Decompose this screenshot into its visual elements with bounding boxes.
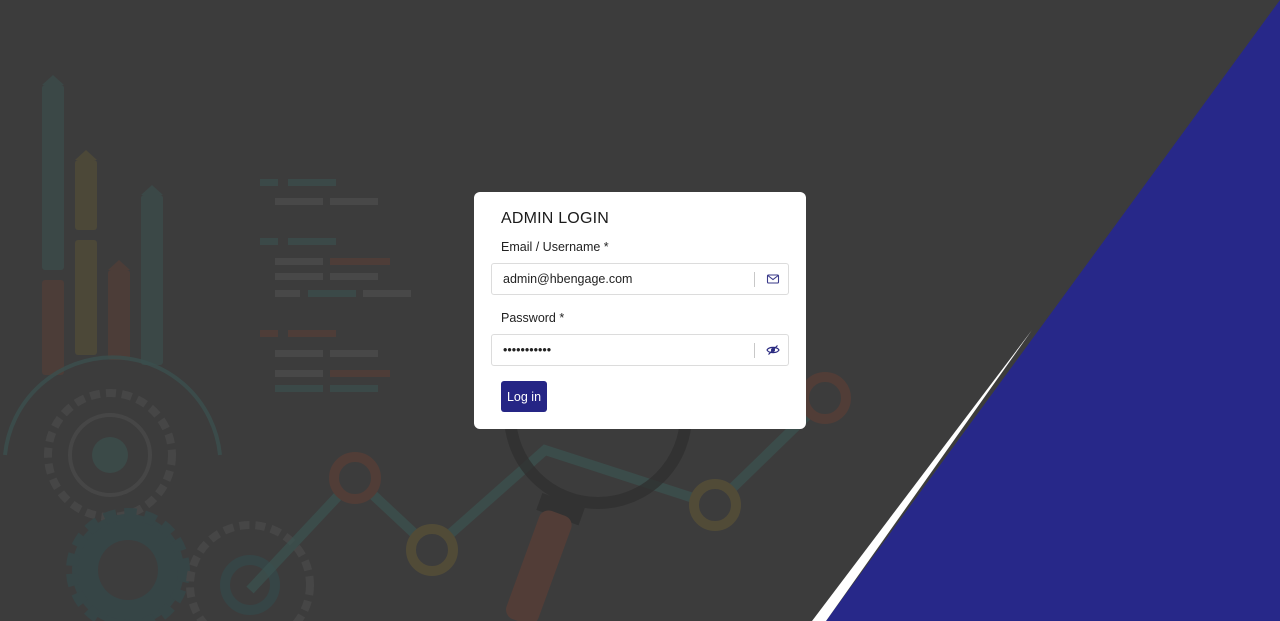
login-title: ADMIN LOGIN xyxy=(501,210,609,227)
password-label: Password * xyxy=(501,311,565,325)
email-input[interactable] xyxy=(503,264,743,294)
email-field[interactable] xyxy=(491,263,789,295)
email-label: Email / Username * xyxy=(501,240,609,254)
login-page: ADMIN LOGIN Email / Username * Password … xyxy=(0,0,1280,621)
login-card: ADMIN LOGIN Email / Username * Password … xyxy=(474,192,806,429)
background-bar-chart xyxy=(42,75,163,375)
login-button[interactable]: Log in xyxy=(501,381,547,412)
eye-icon[interactable] xyxy=(766,343,780,357)
background-gears xyxy=(44,389,314,621)
input-divider xyxy=(754,272,755,287)
background-code-lines xyxy=(260,179,411,392)
input-divider xyxy=(754,343,755,358)
password-field[interactable] xyxy=(491,334,789,366)
mail-icon xyxy=(766,274,780,284)
accent-diagonal xyxy=(826,0,1280,621)
password-input[interactable] xyxy=(503,335,743,365)
